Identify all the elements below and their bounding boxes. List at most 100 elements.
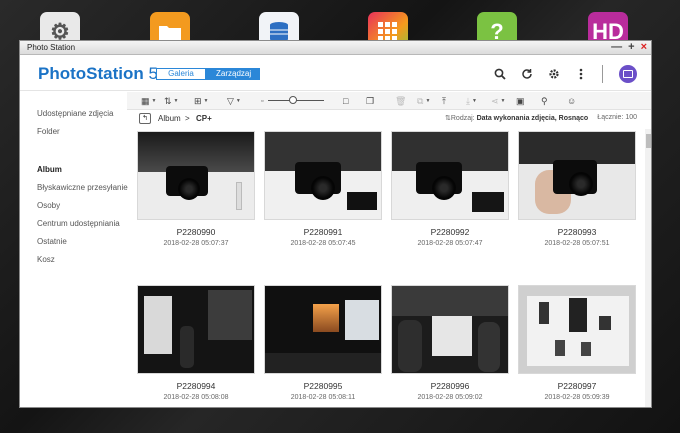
- download-icon[interactable]: ⤓ ▼: [466, 95, 477, 107]
- filter-icon: ▽: [227, 95, 234, 106]
- photo-name: P2280994: [176, 381, 216, 391]
- view-mode-button[interactable]: ▦ ▼: [141, 95, 156, 107]
- slideshow-icon[interactable]: ❐: [366, 95, 374, 107]
- photo-thumbnail[interactable]: [264, 131, 382, 220]
- chevron-down-icon: ▼: [173, 98, 179, 104]
- photo-thumbnail[interactable]: [518, 131, 636, 220]
- app-header: PhotoStation 5 Galeria Zarządzaj: [20, 55, 651, 91]
- window-title: Photo Station: [27, 43, 76, 52]
- sidebar-item-folder[interactable]: Folder: [37, 127, 60, 136]
- photo-card[interactable]: P2280994 2018-02-28 05:08:08: [137, 285, 255, 401]
- photo-date: 2018-02-28 05:08:08: [163, 394, 229, 401]
- thumbnail-size-slider-handle[interactable]: [289, 96, 297, 104]
- main-content: ▦ ▼ ⇅ ▼ ⊞ ▼ ▽ ▼ ▫ □ ❐ 🗑 ⧉ ▼ ⤒ ⤓ ▼ ⋖ ▼ ▣ ⚲ ☺ ↰ A…: [127, 92, 651, 407]
- sidebar-item-instant-upload[interactable]: Błyskawiczne przesyłanie: [37, 183, 128, 192]
- more-icon[interactable]: [574, 67, 588, 81]
- chevron-down-icon: ▼: [203, 98, 209, 104]
- face-recognition-icon[interactable]: ☺: [567, 95, 576, 107]
- vertical-scrollbar[interactable]: [645, 129, 651, 407]
- sort-prefix: Rodzaj:: [450, 115, 475, 122]
- photo-name: P2280996: [430, 381, 470, 391]
- folder-icon: [159, 26, 181, 40]
- sidebar: Udostępniane zdjęcia Folder Album Błyska…: [20, 92, 128, 407]
- add-button[interactable]: ⊞ ▼: [194, 95, 209, 107]
- sort-info[interactable]: ⇅Rodzaj: Data wykonania zdjęcia, Rosnąco: [445, 114, 588, 122]
- photo-card[interactable]: P2280995 2018-02-28 05:08:11: [264, 285, 382, 401]
- window-titlebar[interactable]: Photo Station — + ×: [20, 41, 651, 55]
- photo-date: 2018-02-28 05:07:37: [163, 240, 229, 247]
- photo-thumbnail[interactable]: [264, 285, 382, 374]
- breadcrumb-album[interactable]: Album: [158, 114, 181, 123]
- copy-glyph: ⧉: [417, 95, 424, 106]
- copy-icon[interactable]: ⧉ ▼: [417, 95, 430, 107]
- photo-date: 2018-02-28 05:07:45: [290, 240, 356, 247]
- photo-name: P2280990: [176, 227, 216, 237]
- photo-date: 2018-02-28 05:09:02: [417, 394, 483, 401]
- qr-code-icon[interactable]: ▣: [516, 95, 525, 107]
- share-glyph: ⋖: [491, 95, 499, 106]
- photo-date: 2018-02-28 05:09:39: [544, 394, 610, 401]
- location-icon[interactable]: ⚲: [541, 95, 548, 107]
- sort-value: Data wykonania zdjęcia, Rosnąco: [476, 115, 589, 122]
- photo-date: 2018-02-28 05:07:51: [544, 240, 610, 247]
- minimize-button[interactable]: —: [611, 41, 622, 54]
- sort-icon: ⇅: [164, 95, 172, 106]
- share-icon[interactable]: ⋖ ▼: [491, 95, 506, 107]
- sort-button[interactable]: ⇅ ▼: [164, 95, 179, 107]
- chevron-down-icon: ▼: [151, 98, 157, 104]
- tab-gallery[interactable]: Galeria: [156, 68, 206, 80]
- photo-card[interactable]: P2280990 2018-02-28 05:07:37: [137, 131, 255, 247]
- thumbnail-small-icon[interactable]: ▫: [261, 95, 263, 107]
- back-button[interactable]: ↰: [139, 113, 151, 124]
- photo-thumbnail[interactable]: [137, 285, 255, 374]
- view-grid-icon: ▦: [141, 95, 150, 106]
- filter-button[interactable]: ▽ ▼: [227, 95, 241, 107]
- sidebar-item-trash[interactable]: Kosz: [37, 255, 55, 264]
- cast-icon[interactable]: [619, 65, 637, 83]
- upload-icon[interactable]: ⤒: [442, 95, 446, 107]
- sidebar-item-shared-photos[interactable]: Udostępniane zdjęcia: [37, 109, 114, 118]
- tab-manage[interactable]: Zarządzaj: [206, 68, 260, 80]
- photo-name: P2280993: [557, 227, 597, 237]
- maximize-button[interactable]: +: [628, 41, 634, 54]
- photo-date: 2018-02-28 05:08:11: [290, 394, 356, 401]
- sidebar-item-album[interactable]: Album: [37, 165, 62, 174]
- add-icon: ⊞: [194, 95, 202, 106]
- chevron-down-icon: ▼: [471, 98, 477, 104]
- close-button[interactable]: ×: [641, 41, 647, 54]
- header-actions: [480, 65, 637, 83]
- chevron-down-icon: ▼: [425, 98, 431, 104]
- photo-thumbnail[interactable]: [391, 131, 509, 220]
- app-logo: PhotoStation 5: [38, 64, 158, 84]
- breadcrumb: ↰ Album > CP+ ⇅Rodzaj: Data wykonania zd…: [127, 110, 651, 127]
- delete-icon[interactable]: 🗑: [395, 95, 406, 107]
- breadcrumb-separator: >: [185, 114, 190, 123]
- photo-card[interactable]: P2280992 2018-02-28 05:07:47: [391, 131, 509, 247]
- photo-thumbnail[interactable]: [391, 285, 509, 374]
- photo-name: P2280997: [557, 381, 597, 391]
- photo-name: P2280991: [303, 227, 343, 237]
- photo-card[interactable]: P2280996 2018-02-28 05:09:02: [391, 285, 509, 401]
- sidebar-item-recent[interactable]: Ostatnie: [37, 237, 67, 246]
- photo-date: 2018-02-28 05:07:47: [417, 240, 483, 247]
- sidebar-item-people[interactable]: Osoby: [37, 201, 60, 210]
- chevron-down-icon: ▼: [235, 98, 241, 104]
- sidebar-item-share-center[interactable]: Centrum udostępniania: [37, 219, 120, 228]
- refresh-icon[interactable]: [520, 67, 534, 81]
- settings-icon[interactable]: [547, 67, 561, 81]
- window-controls: — + ×: [611, 41, 647, 54]
- chevron-down-icon: ▼: [500, 98, 506, 104]
- scrollbar-thumb[interactable]: [646, 134, 651, 148]
- photo-card[interactable]: P2280993 2018-02-28 05:07:51: [518, 131, 636, 247]
- search-icon[interactable]: [493, 67, 507, 81]
- logo-text: PhotoStation: [38, 64, 144, 83]
- download-glyph: ⤓: [466, 95, 470, 106]
- photo-card[interactable]: P2280997 2018-02-28 05:09:39: [518, 285, 636, 401]
- thumbnail-large-icon[interactable]: □: [343, 95, 348, 107]
- breadcrumb-current: CP+: [196, 114, 212, 123]
- photo-card[interactable]: P2280991 2018-02-28 05:07:45: [264, 131, 382, 247]
- photo-station-window: Photo Station — + × PhotoStation 5 Galer…: [19, 40, 652, 408]
- photo-thumbnail[interactable]: [518, 285, 636, 374]
- photo-thumbnail[interactable]: [137, 131, 255, 220]
- total-count: Łącznie: 100: [597, 114, 637, 121]
